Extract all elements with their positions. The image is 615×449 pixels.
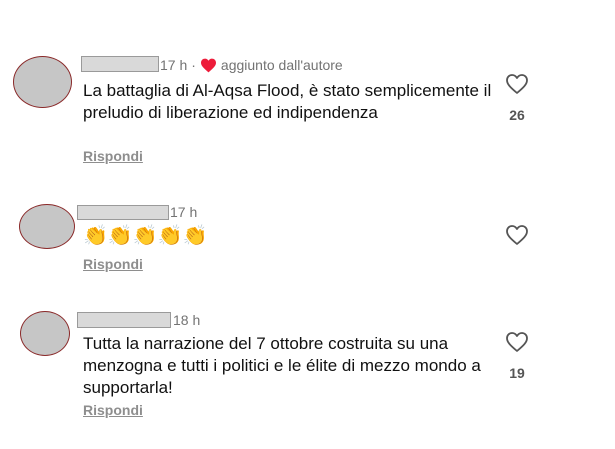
username-redacted[interactable] xyxy=(77,205,169,220)
like-count: 26 xyxy=(509,107,525,123)
heart-outline-icon[interactable] xyxy=(505,73,529,95)
comment-text: La battaglia di Al-Aqsa Flood, è stato s… xyxy=(83,81,492,122)
author-liked-badge: aggiunto dall'autore xyxy=(220,57,343,73)
meta-separator: · xyxy=(191,57,196,73)
reply-button[interactable]: Rispondi xyxy=(83,402,143,418)
username-redacted[interactable] xyxy=(81,56,159,72)
comment-time: 18 h xyxy=(173,312,201,328)
comment-meta: 17 h xyxy=(170,203,197,221)
heart-outline-icon[interactable] xyxy=(505,331,529,353)
avatar[interactable] xyxy=(19,204,75,249)
comment-text: Tutta la narrazione del 7 ottobre costru… xyxy=(83,334,481,397)
username-redacted[interactable] xyxy=(77,312,171,328)
like-count: 19 xyxy=(509,365,525,381)
heart-outline-icon[interactable] xyxy=(505,224,529,246)
comment-meta: 17 h · aggiunto dall'autore xyxy=(160,56,343,74)
comment-time: 17 h xyxy=(160,57,188,73)
avatar[interactable] xyxy=(13,56,72,108)
avatar[interactable] xyxy=(20,311,70,356)
reply-button[interactable]: Rispondi xyxy=(83,148,143,164)
comment-meta: 18 h xyxy=(173,311,200,329)
comment-time: 17 h xyxy=(170,204,198,220)
comment-text: 👏👏👏👏👏 xyxy=(83,225,208,247)
reply-button[interactable]: Rispondi xyxy=(83,256,143,272)
comments-thread: 17 h · aggiunto dall'autore La battaglia… xyxy=(0,0,615,449)
heart-filled-icon xyxy=(200,58,216,72)
